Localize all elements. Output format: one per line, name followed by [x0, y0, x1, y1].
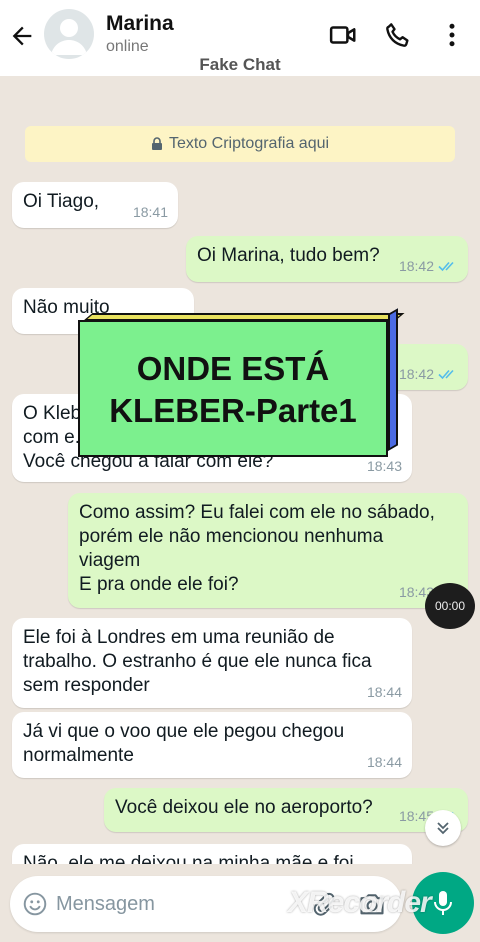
title-card-side-face [388, 308, 398, 451]
message-time: 18:43 [366, 458, 402, 474]
recording-timer[interactable]: 00:00 [425, 583, 475, 629]
video-call-icon[interactable] [328, 20, 358, 50]
message-input-placeholder[interactable]: Mensagem [56, 893, 155, 916]
title-line-2: KLEBER-Parte1 [109, 391, 357, 429]
avatar[interactable] [44, 9, 94, 59]
contact-name[interactable]: Marina [106, 12, 174, 36]
message-text: Não, ele me deixou na minha mãe e foi [23, 853, 354, 864]
message-outgoing[interactable]: Oi Marina, tudo bem? 18:42 [186, 236, 468, 282]
title-line-1: ONDE ESTÁ [136, 349, 330, 387]
app-caption: Fake Chat [199, 55, 281, 74]
back-arrow-icon[interactable] [8, 22, 36, 50]
phone-call-icon[interactable] [383, 20, 413, 50]
message-time: 18:42 [398, 258, 434, 274]
message-incoming[interactable]: Já vi que o voo que ele pegou chegou nor… [12, 712, 412, 778]
contact-status: online [106, 38, 149, 55]
lock-icon [151, 137, 162, 150]
title-card: ONDE ESTÁ KLEBER-Parte1 [78, 320, 388, 457]
message-outgoing[interactable]: Você deixou ele no aeroporto? 18:45 [104, 788, 468, 832]
message-outgoing[interactable]: Como assim? Eu falei com ele no sábado, … [68, 493, 468, 608]
read-ticks-icon [438, 261, 454, 272]
message-text: Já vi que o voo que ele pegou chegou nor… [23, 721, 345, 766]
double-chevron-down-icon [437, 822, 449, 835]
chat-area[interactable]: Texto Criptografia aqui Oi Tiago, 18:41 … [0, 76, 480, 864]
message-incoming[interactable]: Não, ele me deixou na minha mãe e foi [12, 844, 412, 864]
read-ticks-icon [438, 369, 454, 380]
recorder-watermark: XRecorder [288, 886, 432, 919]
message-time: 18:44 [366, 754, 402, 770]
message-time: 18:42 [398, 366, 434, 382]
scroll-to-bottom-button[interactable] [425, 810, 461, 846]
message-text: Ele foi à Londres em uma reunião de trab… [23, 627, 372, 696]
default-avatar-icon [51, 19, 87, 55]
message-time: 18:41 [132, 204, 168, 220]
message-incoming[interactable]: Oi Tiago, 18:41 [12, 182, 178, 228]
emoji-icon[interactable] [22, 891, 48, 917]
encryption-notice[interactable]: Texto Criptografia aqui [25, 126, 455, 162]
encryption-notice-text: Texto Criptografia aqui [168, 135, 330, 152]
chat-header: Marina online Fake Chat [0, 0, 480, 76]
more-options-icon[interactable] [437, 20, 467, 50]
message-incoming[interactable]: Ele foi à Londres em uma reunião de trab… [12, 618, 412, 708]
message-time: 18:44 [366, 684, 402, 700]
microphone-icon [434, 891, 452, 915]
